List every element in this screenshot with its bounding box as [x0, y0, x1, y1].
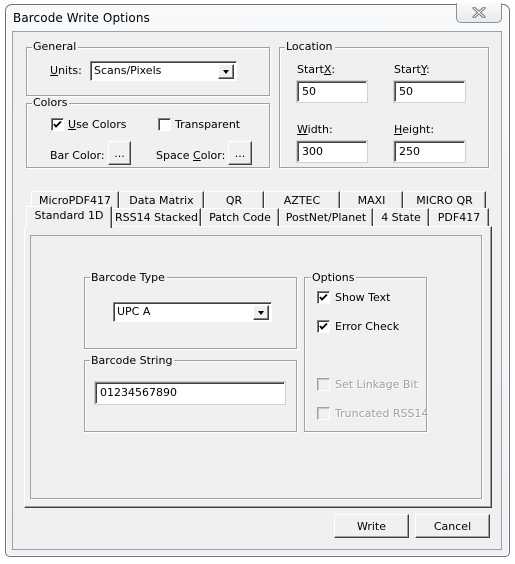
close-x-icon	[472, 7, 486, 18]
startx-input[interactable]: 50	[296, 80, 368, 103]
barcode-string-input[interactable]: 01234567890	[94, 381, 286, 405]
tab-standard-1d[interactable]: Standard 1D	[26, 206, 112, 228]
error-check-label[interactable]: Error Check	[335, 320, 399, 333]
units-dropdown[interactable]: Scans/Pixels	[90, 61, 237, 81]
starty-label: StartY:	[394, 63, 430, 76]
startx-label: StartX:	[297, 63, 336, 76]
transparent-checkbox[interactable]	[158, 118, 171, 131]
options-group-label: Options	[311, 271, 357, 284]
height-input[interactable]: 250	[393, 140, 466, 163]
truncated-rss14-checkbox[interactable]	[317, 407, 330, 420]
colors-group-label: Colors	[32, 96, 70, 109]
width-input[interactable]: 300	[296, 140, 368, 163]
close-button[interactable]	[456, 3, 502, 23]
tab-pdf417[interactable]: PDF417	[429, 208, 489, 226]
space-color-label: Space Color:	[156, 149, 226, 162]
chevron-down-icon	[223, 70, 229, 74]
cancel-button[interactable]: Cancel	[415, 514, 490, 538]
transparent-label[interactable]: Transparent	[175, 118, 240, 131]
barcode-type-group-label: Barcode Type	[90, 271, 167, 284]
use-colors-checkbox[interactable]	[51, 118, 64, 131]
barcode-type-dropdown-button[interactable]	[253, 305, 269, 320]
height-label: Height:	[394, 123, 435, 136]
write-button[interactable]: Write	[334, 514, 409, 538]
checkmark-icon	[53, 120, 62, 128]
bar-color-label: Bar Color:	[50, 149, 105, 162]
units-dropdown-button[interactable]	[218, 64, 234, 79]
tab-patch-code[interactable]: Patch Code	[201, 208, 279, 226]
truncated-rss14-label: Truncated RSS14	[335, 407, 429, 420]
show-text-label[interactable]: Show Text	[335, 291, 390, 304]
bar-color-button[interactable]: ...	[108, 141, 131, 165]
tab-data-matrix[interactable]: Data Matrix	[119, 191, 204, 209]
error-check-checkbox[interactable]	[317, 320, 330, 333]
tab-micro-qr[interactable]: MICRO QR	[403, 191, 486, 209]
set-linkage-bit-checkbox[interactable]	[317, 378, 330, 391]
tab-4-state[interactable]: 4 State	[373, 208, 429, 226]
location-group-label: Location	[285, 40, 335, 53]
checkmark-icon	[319, 322, 328, 330]
tab-maxi[interactable]: MAXI	[340, 191, 403, 209]
tab-rss14-stacked[interactable]: RSS14 Stacked	[112, 208, 201, 226]
tab-aztec[interactable]: AZTEC	[264, 191, 340, 209]
barcode-type-dropdown[interactable]: UPC A	[113, 302, 272, 322]
space-color-button[interactable]: ...	[228, 141, 252, 165]
barcode-type-value: UPC A	[117, 305, 151, 318]
units-label: Units:	[50, 64, 82, 77]
barcode-string-group-label: Barcode String	[90, 354, 175, 367]
width-label: Width:	[297, 123, 333, 136]
chevron-down-icon	[258, 311, 264, 315]
tab-postnet-planet[interactable]: PostNet/Planet	[279, 208, 373, 226]
set-linkage-bit-label: Set Linkage Bit	[335, 378, 418, 391]
tab-qr[interactable]: QR	[204, 191, 264, 209]
window-title: Barcode Write Options	[13, 11, 150, 25]
general-group-label: General	[32, 40, 79, 53]
use-colors-label[interactable]: Use Colors	[68, 118, 127, 131]
starty-input[interactable]: 50	[393, 80, 466, 103]
checkmark-icon	[319, 293, 328, 301]
show-text-checkbox[interactable]	[317, 291, 330, 304]
units-dropdown-value: Scans/Pixels	[94, 64, 162, 77]
